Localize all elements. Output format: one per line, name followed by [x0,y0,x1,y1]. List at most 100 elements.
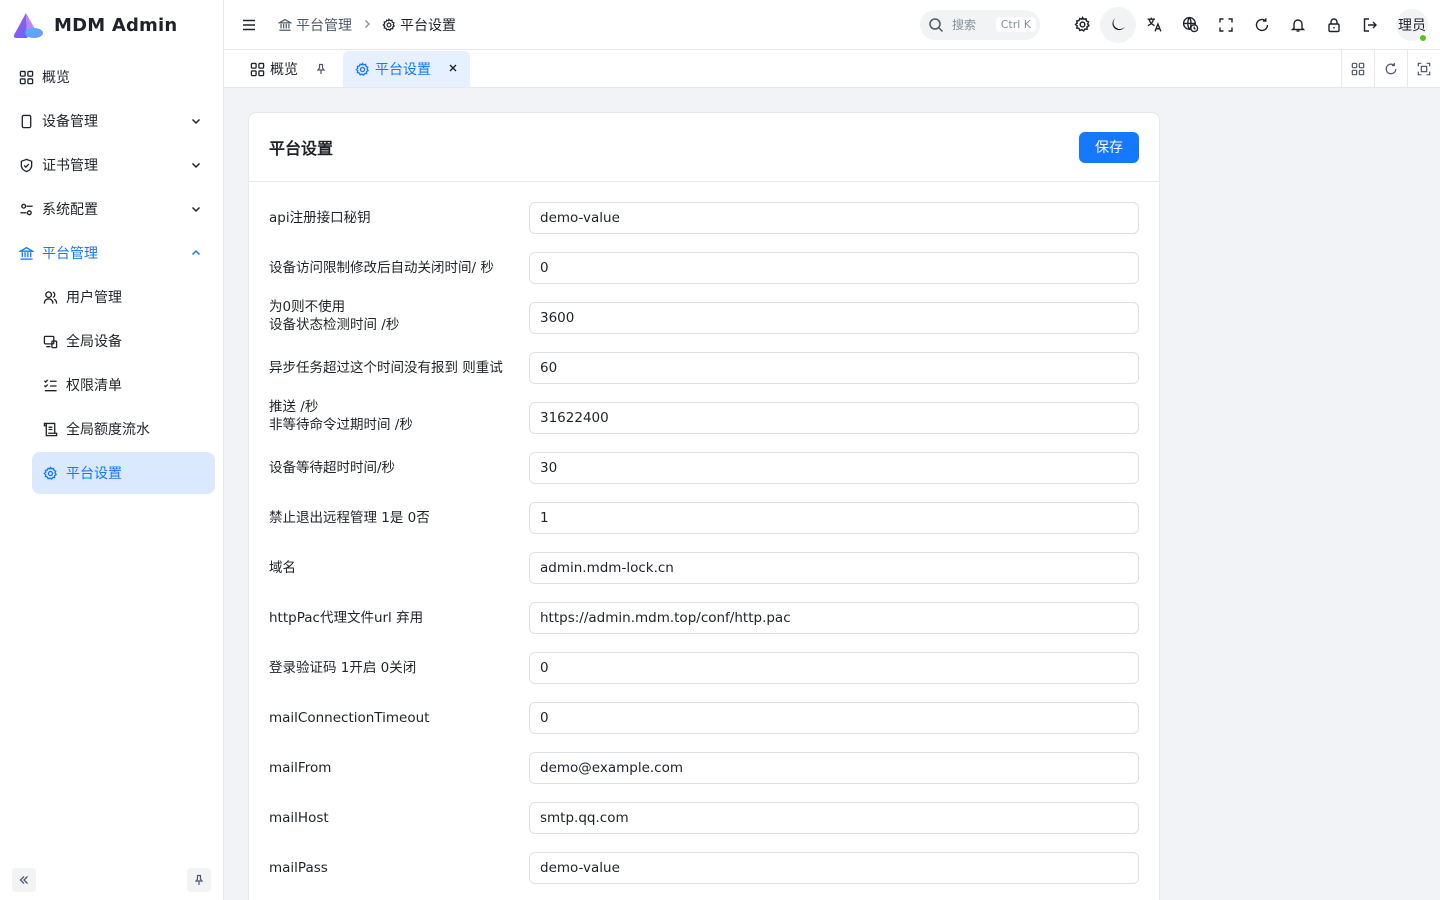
sidebar-item-system-config[interactable]: 系统配置 [8,188,215,230]
pin-sidebar-button[interactable] [187,868,211,892]
close-icon[interactable] [448,62,458,76]
breadcrumb-label: 平台管理 [296,17,352,34]
field-label: httpPac代理文件url 弃用 [269,602,519,634]
chevron-right-icon [362,17,372,33]
tab-overview[interactable]: 概览 [238,51,339,87]
field-label-text: api注册接口秘钥 [269,210,371,226]
form-row: mailPass [269,852,1139,900]
collapse-sidebar-button[interactable] [12,868,36,892]
search-icon [929,17,944,32]
sidebar-item-label: 平台管理 [42,246,98,262]
user-avatar[interactable]: 理员 [1396,8,1428,42]
phone-icon [18,113,34,129]
card-header: 平台设置 保存 [249,113,1159,182]
globe-clock-icon [1182,16,1198,33]
field-input[interactable] [529,802,1139,834]
tab-layout-button[interactable] [1341,50,1374,88]
menu-toggle-button[interactable] [234,10,264,40]
sidebar-item-global-devices[interactable]: 全局设备 [32,320,215,362]
timezone-button[interactable] [1172,7,1208,43]
tab-platform-settings[interactable]: 平台设置 [343,51,470,87]
form-row: httpPac代理文件url 弃用 [269,602,1139,652]
sidebar-item-device-management[interactable]: 设备管理 [8,100,215,142]
search-button[interactable]: 搜索 Ctrl K [920,9,1040,40]
translate-icon [1147,17,1162,32]
double-chevron-left-icon [19,876,28,884]
form-row: 为0则不使用 设备状态检测时间 /秒 [269,299,1139,352]
field-label-text: mailConnectionTimeout [269,710,430,726]
field-input[interactable] [529,452,1139,484]
logout-button[interactable] [1352,7,1388,43]
sidebar-footer [12,868,211,892]
field-input[interactable] [529,402,1139,434]
tab-bar: 概览 平台设置 [224,50,1440,88]
field-label: 设备等待超时时间/秒 [269,452,519,484]
field-label: mailPass [269,852,519,884]
field-label: 设备访问限制修改后自动关闭时间/ 秒 [269,252,519,284]
save-button[interactable]: 保存 [1079,131,1139,163]
field-input[interactable] [529,302,1139,334]
field-input[interactable] [529,852,1139,884]
gear-icon [355,61,370,76]
chevron-up-icon [189,246,203,260]
sidebar-item-label: 权限清单 [66,378,122,394]
platform-submenu: 用户管理 全局设备 权限清单 全局额度流水 平台设置 [8,276,215,494]
app-title: MDM Admin [54,14,178,36]
app-logo[interactable]: MDM Admin [0,0,223,50]
chevron-down-icon [189,114,203,128]
field-input[interactable] [529,352,1139,384]
maximize-icon [1417,62,1431,76]
form-row: 登录验证码 1开启 0关闭 [269,652,1139,702]
field-label-text: 登录验证码 1开启 0关闭 [269,660,417,676]
breadcrumb-item-platform-settings[interactable]: 平台设置 [382,15,456,35]
theme-toggle-button[interactable] [1100,6,1136,43]
field-input[interactable] [529,652,1139,684]
dashboard-icon [250,62,265,76]
field-label: mailConnectionTimeout [269,702,519,734]
preferences-button[interactable] [1064,7,1100,43]
top-header: 平台管理 平台设置 搜索 Ctrl K 理员 [224,0,1440,50]
moon-icon [1111,18,1125,31]
field-input[interactable] [529,202,1139,234]
sidebar-item-platform-management[interactable]: 平台管理 [8,232,215,274]
breadcrumb-item-platform-management[interactable]: 平台管理 [278,15,352,35]
users-icon [42,289,58,305]
search-shortcut: Ctrl K [995,17,1036,32]
field-input[interactable] [529,252,1139,284]
field-input[interactable] [529,602,1139,634]
sidebar-item-label: 证书管理 [42,158,98,174]
tab-maximize-button[interactable] [1407,50,1440,88]
language-button[interactable] [1136,7,1172,43]
field-label-text: mailPass [269,860,328,876]
field-input[interactable] [529,502,1139,534]
checklist-icon [42,377,58,393]
pin-icon[interactable] [315,63,327,75]
sidebar-item-label: 全局设备 [66,334,122,350]
sidebar-item-label: 平台设置 [66,466,122,482]
field-label-text: mailFrom [269,760,332,776]
field-label-text: 推送 /秒 非等待命令过期时间 /秒 [269,399,413,433]
field-label: 为0则不使用 设备状态检测时间 /秒 [269,299,519,334]
sidebar-item-global-quota-flow[interactable]: 全局额度流水 [32,408,215,450]
sidebar-nav: 概览 设备管理 证书管理 系统配置 平台管理 用户管理 全局设备 权限清单 全局… [0,50,223,494]
fullscreen-button[interactable] [1208,7,1244,43]
notifications-button[interactable] [1280,7,1316,43]
dashboard-icon [18,69,34,85]
lock-screen-button[interactable] [1316,7,1352,43]
field-input[interactable] [529,752,1139,784]
field-label: 异步任务超过这个时间没有报到 则重试 [269,352,519,384]
sidebar-item-overview[interactable]: 概览 [8,56,215,98]
sidebar-item-platform-settings[interactable]: 平台设置 [32,452,215,494]
sidebar-item-certificate-management[interactable]: 证书管理 [8,144,215,186]
gear-icon [1073,16,1090,32]
bell-icon [1290,18,1306,32]
field-label: 禁止退出远程管理 1是 0否 [269,502,519,534]
tab-refresh-button[interactable] [1374,50,1407,88]
field-input[interactable] [529,702,1139,734]
field-input[interactable] [529,552,1139,584]
sidebar-item-permission-list[interactable]: 权限清单 [32,364,215,406]
refresh-button[interactable] [1244,7,1280,43]
sidebar-item-user-management[interactable]: 用户管理 [32,276,215,318]
form-row: 异步任务超过这个时间没有报到 则重试 [269,352,1139,402]
shield-icon [18,157,34,173]
